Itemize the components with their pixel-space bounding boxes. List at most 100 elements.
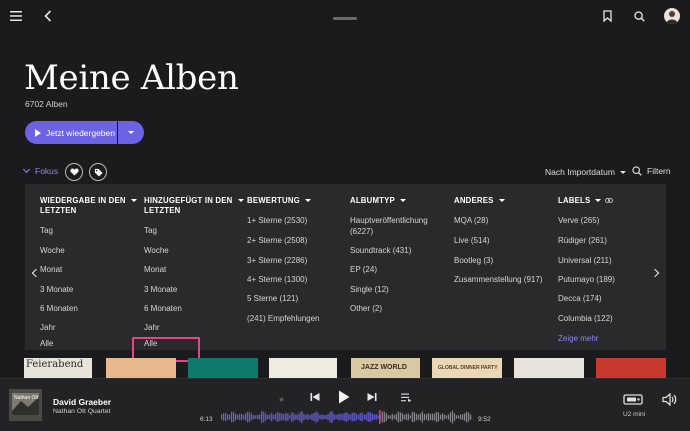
waveform-bar — [233, 412, 235, 422]
focus-toggle[interactable]: Fokus — [22, 165, 58, 176]
waveform-bar — [433, 413, 436, 421]
filter-option[interactable]: Soundtrack (431) — [350, 246, 411, 256]
filter-option[interactable]: 3+ Sterne (2286) — [247, 256, 307, 266]
album-tile[interactable] — [188, 358, 258, 378]
album-tile[interactable]: JAZZ WORLD — [351, 358, 420, 378]
filter-button[interactable]: Filtern — [632, 166, 671, 176]
filter-option[interactable]: Single (12) — [350, 285, 389, 295]
filter-option[interactable]: Tag — [144, 226, 157, 236]
radio-icon[interactable] — [277, 395, 285, 403]
favorite-filter-button[interactable] — [65, 163, 83, 181]
filter-option[interactable]: 1+ Sterne (2530) — [247, 216, 307, 226]
waveform-bar — [391, 413, 393, 421]
column-header[interactable]: HINZUGEFÜGT IN DEN LETZTEN — [144, 196, 244, 216]
column-header[interactable]: ANDERES — [454, 196, 505, 206]
filter-option[interactable]: Other (2) — [350, 304, 382, 314]
filter-option[interactable]: Monat — [144, 265, 166, 275]
menu-icon[interactable] — [9, 9, 23, 23]
filter-option[interactable]: EP (24) — [350, 265, 377, 275]
waveform-bar — [387, 415, 389, 419]
back-icon[interactable] — [41, 9, 55, 23]
filter-option[interactable]: Tag — [40, 226, 53, 236]
album-tile[interactable]: GLOBAL DINNER PARTY — [432, 358, 502, 378]
filter-option[interactable]: Zusammenstellung (917) — [454, 275, 542, 285]
waveform-bar — [345, 412, 347, 422]
filter-column-other: ANDERES — [454, 196, 505, 206]
previous-icon[interactable] — [309, 391, 321, 403]
album-tile-text: JAZZ WORLD — [361, 364, 407, 371]
filter-option[interactable]: Woche — [40, 246, 65, 256]
avatar[interactable] — [664, 8, 680, 24]
filter-option[interactable]: Decca (174) — [558, 294, 602, 304]
album-art[interactable]: Nathan Ott — [9, 389, 42, 421]
album-tile[interactable] — [596, 358, 666, 378]
total-time: 9:52 — [478, 416, 491, 423]
filter-option[interactable]: (241) Empfehlungen — [247, 314, 320, 324]
speaker-device-icon[interactable] — [622, 391, 644, 407]
album-grid: Feierabend JAZZ WORLD GLOBAL DINNER PART… — [0, 358, 690, 378]
filter-option[interactable]: Putumayo (189) — [558, 275, 615, 285]
track-artist[interactable]: Nathan Ott Quartet — [53, 408, 110, 415]
waveform-bar — [357, 414, 359, 420]
filter-option[interactable]: 2+ Sterne (2508) — [247, 236, 307, 246]
queue-icon[interactable] — [400, 391, 412, 403]
play-now-button[interactable]: Jetzt wiedergeben — [25, 121, 117, 144]
tag-filter-button[interactable] — [89, 163, 107, 181]
filter-option[interactable]: Jahr — [144, 323, 160, 333]
filter-option[interactable]: Live (514) — [454, 236, 490, 246]
filter-option: (6227) — [350, 227, 374, 236]
waveform-seekbar[interactable] — [221, 410, 472, 424]
filter-option[interactable]: Rüdiger (261) — [558, 236, 607, 246]
column-header[interactable]: BEWERTUNG — [247, 196, 311, 206]
filter-option[interactable]: 3 Monate — [144, 285, 177, 295]
filter-option[interactable]: Woche — [144, 246, 169, 256]
album-tile[interactable] — [514, 358, 584, 378]
column-header[interactable]: ALBUMTYP — [350, 196, 406, 206]
scroll-right-icon[interactable] — [650, 268, 660, 278]
filter-column-played: WIEDERGABE IN DEN LETZTEN — [40, 196, 137, 216]
show-more-link[interactable]: Zeige mehr — [558, 334, 598, 344]
filter-option[interactable]: 6 Monaten — [40, 304, 78, 314]
filter-option[interactable]: MQA (28) — [454, 216, 488, 226]
album-tile[interactable]: Feierabend — [24, 358, 92, 378]
search-icon[interactable] — [632, 9, 646, 23]
volume-icon[interactable] — [661, 391, 677, 407]
album-tile[interactable] — [269, 358, 337, 378]
waveform-bar — [419, 413, 421, 421]
column-header[interactable]: LABELS — [558, 196, 614, 206]
drag-handle[interactable] — [333, 17, 357, 20]
bookmark-icon[interactable] — [600, 9, 614, 23]
waveform-bar — [381, 411, 383, 423]
filter-option[interactable]: Monat — [40, 265, 62, 275]
waveform-bar — [309, 415, 311, 419]
column-header[interactable]: WIEDERGABE IN DEN LETZTEN — [40, 196, 137, 216]
device-name[interactable]: U2 mini — [623, 411, 645, 418]
filter-option[interactable]: Bootleg (3) — [454, 256, 493, 266]
filter-option[interactable]: 4+ Sterne (1300) — [247, 275, 307, 285]
play-options-dropdown[interactable] — [118, 121, 144, 144]
next-icon[interactable] — [366, 391, 378, 403]
filter-option[interactable]: Columbia (122) — [558, 314, 613, 324]
play-icon[interactable] — [336, 389, 351, 405]
filter-option[interactable]: 3 Monate — [40, 285, 73, 295]
track-title[interactable]: David Graeber — [53, 397, 111, 407]
waveform-bar — [431, 413, 434, 421]
waveform-bar — [403, 414, 405, 420]
filter-option[interactable]: Verve (265) — [558, 216, 599, 226]
waveform-bar — [409, 415, 411, 419]
waveform-bar — [325, 414, 327, 420]
filter-option[interactable]: Alle — [40, 339, 53, 349]
filter-option[interactable]: Hauptveröffentlichung — [350, 216, 428, 226]
waveform-bar — [373, 414, 375, 420]
playhead-marker[interactable] — [379, 410, 381, 424]
sort-dropdown[interactable]: Nach Importdatum — [545, 167, 626, 177]
top-bar — [0, 0, 690, 36]
scroll-left-icon[interactable] — [31, 268, 41, 278]
filter-option[interactable]: 5 Sterne (121) — [247, 294, 298, 304]
waveform-bar — [281, 413, 283, 421]
album-tile[interactable] — [106, 358, 176, 378]
filter-option[interactable]: Universal (211) — [558, 256, 612, 266]
waveform-bar — [385, 412, 387, 422]
filter-option[interactable]: Jahr — [40, 323, 56, 333]
filter-option[interactable]: 6 Monaten — [144, 304, 182, 314]
